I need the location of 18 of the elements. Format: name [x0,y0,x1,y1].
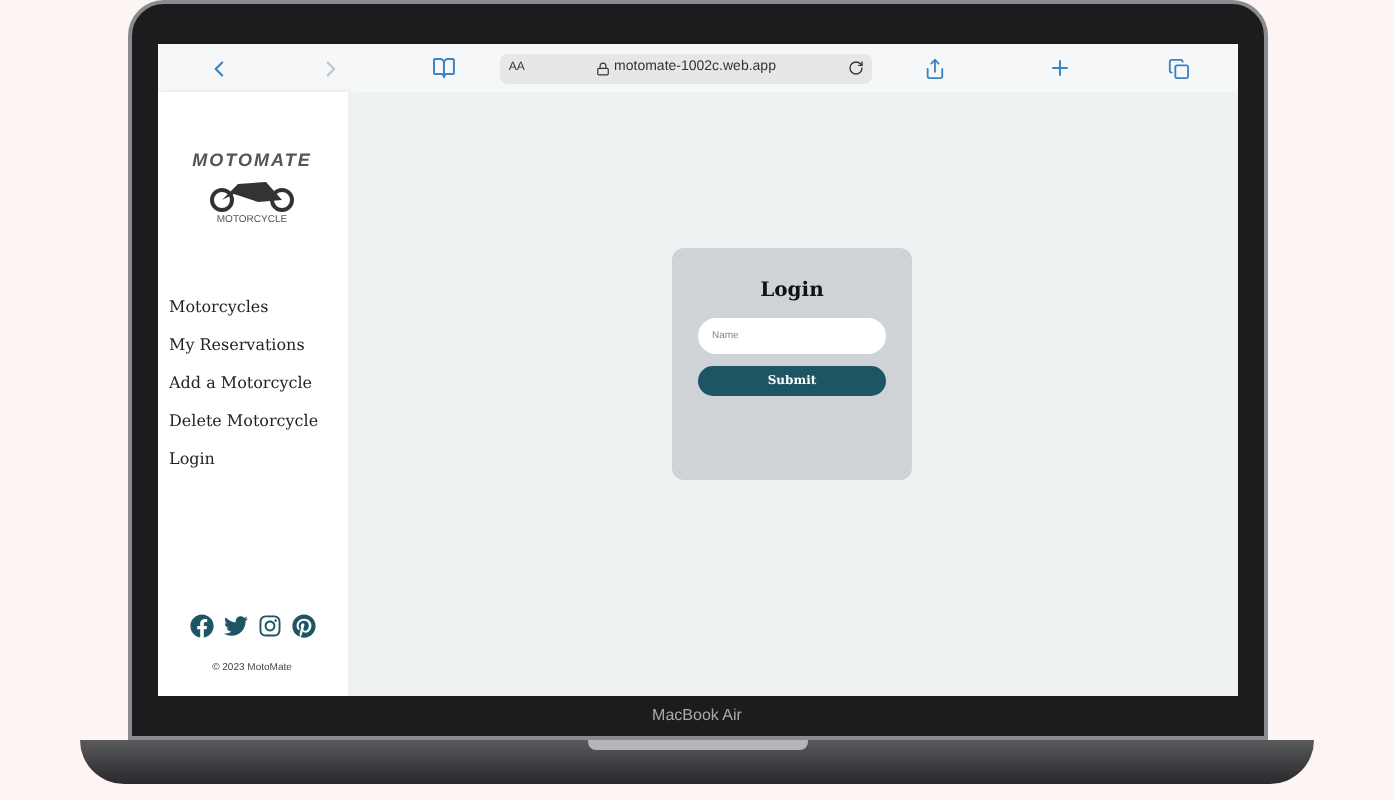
nav-link[interactable]: Delete Motorcycle [169,408,347,434]
lock-icon [596,61,611,75]
twitter-icon[interactable] [223,613,247,637]
reload-icon[interactable] [847,60,864,76]
nav-link[interactable]: Login [169,446,347,472]
facebook-icon[interactable] [189,613,213,637]
nav-link[interactable]: Add a Motorcycle [169,370,347,396]
new-tab-icon[interactable] [1047,56,1072,80]
nav-link[interactable]: Motorcycles [169,294,347,320]
device-label: MacBook Air [652,708,742,724]
pinterest-icon[interactable] [291,613,315,637]
instagram-icon[interactable] [257,613,281,637]
book-icon[interactable] [432,56,457,80]
share-icon[interactable] [923,57,946,79]
logo-text: MOTOMATE [192,148,312,174]
login-title: Login [760,278,824,306]
tabs-icon[interactable] [1167,57,1189,79]
nav-link[interactable]: My Reservations [169,332,347,358]
